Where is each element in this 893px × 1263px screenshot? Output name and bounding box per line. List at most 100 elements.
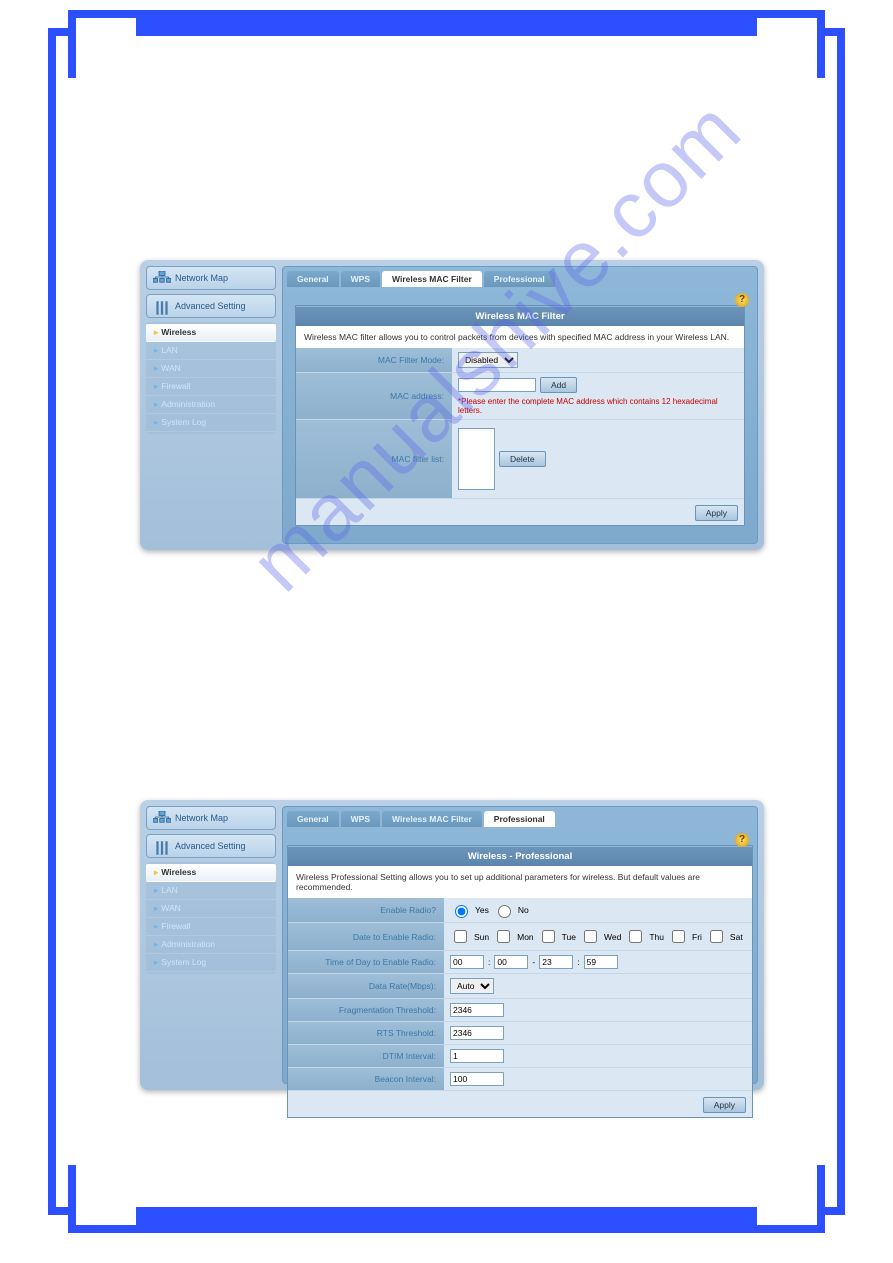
sidebar-item-systemlog-2[interactable]: ▸System Log [146,954,276,972]
check-thu[interactable] [629,930,642,943]
input-beacon[interactable] [450,1072,504,1086]
corner-bl [68,1165,136,1233]
add-button[interactable]: Add [540,377,577,393]
sidebar-network-map-2[interactable]: Network Map [146,806,276,830]
sidebar-item-wireless-2[interactable]: ▸Wireless [146,864,276,882]
label-filter-list: MAC filter list: [296,420,452,498]
input-mac-address[interactable] [458,378,536,392]
radio-no-label: No [518,905,529,915]
check-sat[interactable] [710,930,723,943]
corner-tr [757,10,825,78]
delete-button[interactable]: Delete [499,451,546,467]
corner-br [757,1165,825,1233]
help-icon[interactable]: ? [735,293,749,307]
tabs-1: General WPS Wireless MAC Filter Professi… [283,267,757,287]
check-sun[interactable] [454,930,467,943]
input-time-h2[interactable] [539,955,573,969]
radio-no[interactable] [498,905,511,918]
section-desc-1: Wireless MAC filter allows you to contro… [296,326,744,348]
label-dtim: DTIM Interval: [288,1045,444,1067]
form-wrap-2: Wireless - Professional Wireless Profess… [287,845,753,1118]
label-mac-address: MAC address: [296,373,452,419]
label-time-enable: Time of Day to Enable Radio: [288,951,444,973]
tab-wps[interactable]: WPS [341,271,380,287]
sidebar-advanced-label: Advanced Setting [175,301,246,311]
check-tue[interactable] [542,930,555,943]
label-enable-radio: Enable Radio? [288,898,444,922]
input-time-m1[interactable] [494,955,528,969]
sidebar-network-map-label: Network Map [175,273,228,283]
label-beacon: Beacon Interval: [288,1068,444,1090]
row-enable-radio: Enable Radio? Yes No [288,898,752,923]
corner-tl [68,10,136,78]
row-filter-mode: MAC Filter Mode: Disabled [296,348,744,373]
row-rts: RTS Threshold: [288,1022,752,1045]
sidebar-network-map-label-2: Network Map [175,813,228,823]
tab-wps-2[interactable]: WPS [341,811,380,827]
input-time-h1[interactable] [450,955,484,969]
sidebar-network-map[interactable]: Network Map [146,266,276,290]
tools-icon [153,299,171,313]
radio-yes-label: Yes [475,905,489,915]
sidebar-advanced-setting-2[interactable]: Advanced Setting [146,834,276,858]
top-stripe [78,10,815,28]
sidebar-nav-2: ▸Wireless ▸LAN ▸WAN ▸Firewall ▸Administr… [146,862,276,974]
sidebar-item-firewall[interactable]: ▸Firewall [146,378,276,396]
check-wed[interactable] [584,930,597,943]
label-frag: Fragmentation Threshold: [288,999,444,1021]
tab-general-2[interactable]: General [287,811,339,827]
select-filter-mode[interactable]: Disabled [458,352,518,368]
input-time-m2[interactable] [584,955,618,969]
sidebar-advanced-setting[interactable]: Advanced Setting [146,294,276,318]
sidebar-nav: ▸Wireless ▸LAN ▸WAN ▸Firewall ▸Administr… [146,322,276,434]
mac-error-text: *Please enter the complete MAC address w… [458,397,738,415]
sidebar-item-administration[interactable]: ▸Administration [146,396,276,414]
tab-professional[interactable]: Professional [484,271,555,287]
sidebar-item-wan-2[interactable]: ▸WAN [146,900,276,918]
apply-button-2[interactable]: Apply [703,1097,746,1113]
check-fri[interactable] [672,930,685,943]
sidebar-item-systemlog[interactable]: ▸System Log [146,414,276,432]
sidebar: Network Map Advanced Setting ▸Wireless ▸… [146,266,276,544]
radio-yes[interactable] [455,905,468,918]
sidebar-item-wireless[interactable]: ▸Wireless [146,324,276,342]
content-area-1: General WPS Wireless MAC Filter Professi… [282,266,758,544]
tab-professional-2[interactable]: Professional [484,811,555,827]
router-panel-macfilter: Network Map Advanced Setting ▸Wireless ▸… [140,260,764,550]
row-beacon: Beacon Interval: [288,1068,752,1091]
sidebar-item-administration-2[interactable]: ▸Administration [146,936,276,954]
sidebar-item-wan[interactable]: ▸WAN [146,360,276,378]
form-wrap-1: Wireless MAC Filter Wireless MAC filter … [295,305,745,526]
mac-filter-listbox[interactable] [458,428,495,490]
row-mac-address: MAC address: Add *Please enter the compl… [296,373,744,420]
tab-macfilter[interactable]: Wireless MAC Filter [382,271,482,287]
sidebar-item-firewall-2[interactable]: ▸Firewall [146,918,276,936]
bottom-stripe [78,1215,815,1233]
input-rts[interactable] [450,1026,504,1040]
tab-macfilter-2[interactable]: Wireless MAC Filter [382,811,482,827]
check-mon[interactable] [497,930,510,943]
section-title-2: Wireless - Professional [288,846,752,866]
row-time-enable: Time of Day to Enable Radio: : - : [288,951,752,974]
apply-button-1[interactable]: Apply [695,505,738,521]
label-rts: RTS Threshold: [288,1022,444,1044]
help-icon-2[interactable]: ? [735,833,749,847]
label-data-rate: Data Rate(Mbps): [288,974,444,998]
network-map-icon-2 [153,811,171,825]
sidebar-advanced-label-2: Advanced Setting [175,841,246,851]
tab-general[interactable]: General [287,271,339,287]
input-frag[interactable] [450,1003,504,1017]
sidebar-2: Network Map Advanced Setting ▸Wireless ▸… [146,806,276,1084]
row-frag: Fragmentation Threshold: [288,999,752,1022]
row-date-enable: Date to Enable Radio: Sun Mon Tue Wed Th… [288,923,752,951]
sidebar-item-lan[interactable]: ▸LAN [146,342,276,360]
router-panel-professional: Network Map Advanced Setting ▸Wireless ▸… [140,800,764,1090]
row-filter-list: MAC filter list: Delete [296,420,744,499]
page: manualshive.com Network Map Advanced Set… [0,0,893,1263]
sidebar-item-lan-2[interactable]: ▸LAN [146,882,276,900]
section-title-1: Wireless MAC Filter [296,306,744,326]
input-dtim[interactable] [450,1049,504,1063]
label-filter-mode: MAC Filter Mode: [296,348,452,372]
select-data-rate[interactable]: Auto [450,978,494,994]
content-area-2: General WPS Wireless MAC Filter Professi… [282,806,758,1084]
